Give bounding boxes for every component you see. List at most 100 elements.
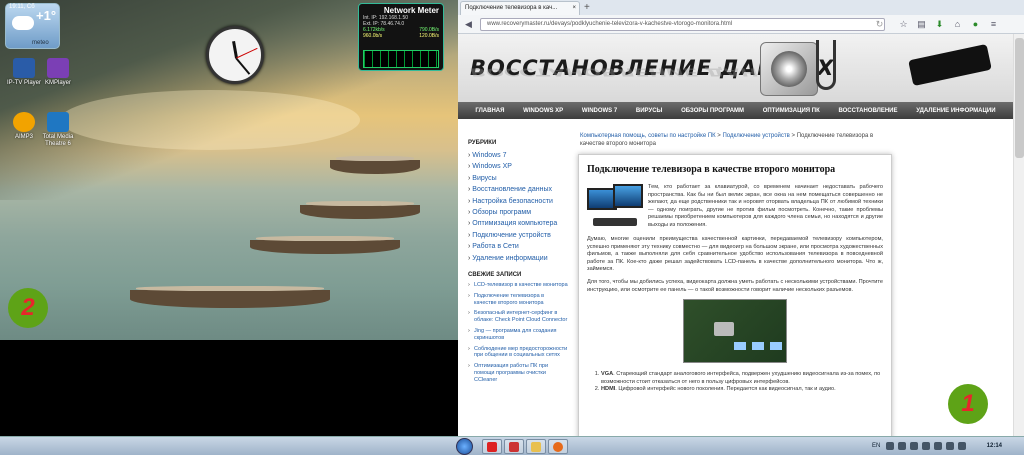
tab-title: Подключение телевизора в кач...	[465, 5, 558, 11]
recent-post-link[interactable]: Jing — программа для создания скриншотов	[468, 328, 568, 342]
sidebar-link[interactable]: Windows XP	[468, 161, 568, 172]
flag-icon[interactable]	[958, 442, 966, 450]
list-item-text: . Стареющий стандарт аналогового интерфе…	[601, 371, 881, 385]
vertical-scrollbar[interactable]	[1013, 34, 1024, 436]
tray-app-icon[interactable]	[910, 442, 918, 450]
sidebar-link[interactable]: Настройка безопасности	[468, 196, 568, 207]
article-title: Подключение телевизора в качестве второг…	[587, 164, 836, 175]
folder-icon	[531, 442, 541, 452]
tray-app-icon[interactable]	[922, 442, 930, 450]
breadcrumb-separator: >	[789, 133, 797, 139]
addon-icon[interactable]: ●	[970, 19, 981, 30]
monitor-icon	[13, 58, 35, 78]
rubrics-heading: РУБРИКИ	[468, 140, 497, 146]
system-tray: EN 12:14	[872, 437, 1024, 455]
sidebar-link[interactable]: Оптимизация компьютера	[468, 218, 568, 229]
wallpaper-boat	[330, 156, 420, 174]
clock-gadget[interactable]	[206, 26, 264, 84]
article-paragraph: Думаю, многие оценили преимущества качес…	[587, 236, 883, 273]
clock-second-hand	[236, 47, 258, 59]
sidebar-link[interactable]: Работа в Сети	[468, 241, 568, 252]
network-meter-gadget[interactable]: Network Meter Int. IP: 192.168.1.50 Ext.…	[358, 3, 444, 71]
recent-post-link[interactable]: LCD-телевизор в качестве монитора	[468, 282, 568, 289]
tray-app-icon[interactable]	[886, 442, 894, 450]
taskbar-app-mail[interactable]	[504, 439, 524, 454]
browser-tab[interactable]: Подключение телевизора в кач... ×	[460, 1, 580, 15]
recent-post-link[interactable]: Соблюдение мер предосторожности при обще…	[468, 346, 568, 360]
breadcrumb-home[interactable]: Компьютерная помощь, советы по настройке…	[580, 133, 716, 139]
weather-label: meteo	[32, 40, 49, 46]
sidebar-link[interactable]: Удаление информации	[468, 253, 568, 264]
menu-item-recovery[interactable]: ВОССТАНОВЛЕНИЕ	[838, 108, 897, 114]
scrollbar-thumb[interactable]	[1015, 38, 1024, 158]
star-icon[interactable]: ☆	[898, 19, 909, 30]
language-indicator[interactable]: EN	[872, 437, 880, 455]
list-item: VGA. Стареющий стандарт аналогового инте…	[601, 371, 883, 386]
network-icon[interactable]	[934, 442, 942, 450]
menu-item-optimization[interactable]: ОПТИМИЗАЦИЯ ПК	[763, 108, 820, 114]
bookmarks-icon[interactable]: ▤	[916, 19, 927, 30]
weather-gadget[interactable]: 19:11, Сб +1° meteo	[5, 3, 60, 49]
list-item: HDMI. Цифровой интерфейс нового поколени…	[601, 386, 883, 394]
menu-item-windows-xp[interactable]: WINDOWS XP	[523, 108, 563, 114]
breadcrumb-category[interactable]: Подключение устройств	[722, 133, 789, 139]
sidebar: РУБРИКИ Windows 7 Windows XP Вирусы Восс…	[468, 134, 568, 388]
start-button[interactable]	[456, 438, 473, 455]
web-page: ВОССТАНОВЛЕНИЕ ДАННЫХ ВОССТАНОВЛЕНИЕ ДАН…	[458, 34, 1013, 436]
site-menu: ГЛАВНАЯ WINDOWS XP WINDOWS 7 ВИРУСЫ ОБЗО…	[458, 102, 1013, 119]
wallpaper-boat	[250, 236, 400, 254]
taskbar-app-explorer[interactable]	[526, 439, 546, 454]
url-text: www.recoverymaster.ru/devays/podklyuchen…	[487, 21, 733, 27]
menu-item-home[interactable]: ГЛАВНАЯ	[475, 108, 504, 114]
menu-item-viruses[interactable]: ВИРУСЫ	[636, 108, 663, 114]
recent-post-link[interactable]: Безопасный интернет-серфинг в облаке: Ch…	[468, 310, 568, 324]
sidebar-link[interactable]: Восстановление данных	[468, 184, 568, 195]
sidebar-link[interactable]: Обзоры программ	[468, 207, 568, 218]
menu-item-reviews[interactable]: ОБЗОРЫ ПРОГРАММ	[681, 108, 744, 114]
new-tab-button[interactable]: +	[584, 2, 590, 13]
breadcrumb: Компьютерная помощь, советы по настройке…	[580, 132, 880, 148]
menu-item-windows-7[interactable]: WINDOWS 7	[582, 108, 617, 114]
weather-time: 19:11, Сб	[9, 4, 35, 10]
url-bar[interactable]: www.recoverymaster.ru/devays/podklyuchen…	[480, 18, 885, 31]
desktop-black-area	[0, 340, 458, 436]
recent-heading: СВЕЖИЕ ЗАПИСИ	[468, 272, 522, 279]
marker-badge-1: 1	[948, 384, 988, 424]
network-meter-up2: 120.0B/s	[419, 33, 439, 39]
weather-temperature: +1°	[36, 8, 57, 23]
connector-list: VGA. Стареющий стандарт аналогового инте…	[601, 371, 883, 394]
taskbar: EN 12:14	[0, 436, 1024, 455]
tab-close-icon[interactable]: ×	[572, 2, 576, 15]
theatre-icon	[47, 112, 69, 132]
opera-icon	[487, 442, 497, 452]
menu-icon[interactable]: ≡	[988, 19, 999, 30]
sidebar-link[interactable]: Windows 7	[468, 150, 568, 161]
download-icon[interactable]: ⬇	[934, 19, 945, 30]
desktop-icon-kmplayer[interactable]: KMPlayer	[34, 58, 82, 87]
back-icon[interactable]: ◀	[463, 19, 474, 30]
tray-app-icon[interactable]	[898, 442, 906, 450]
recent-post-link[interactable]: Оптимизация работы ПК при помощи програм…	[468, 363, 568, 383]
site-header: ВОССТАНОВЛЕНИЕ ДАННЫХ ВОССТАНОВЛЕНИЕ ДАН…	[458, 34, 1013, 102]
article-paragraph: Для того, чтобы мы добились успеха, виде…	[587, 278, 883, 293]
tray-icons	[886, 442, 976, 451]
article: Подключение телевизора в качестве второг…	[578, 154, 892, 436]
menu-item-deletion[interactable]: УДАЛЕНИЕ ИНФОРМАЦИИ	[916, 108, 995, 114]
video-card-image	[683, 299, 787, 364]
taskbar-app-opera[interactable]	[482, 439, 502, 454]
dual-monitor-image	[587, 184, 643, 234]
refresh-icon[interactable]: ↻	[874, 19, 885, 30]
recent-post-link[interactable]: Подключение телевизора в качестве второг…	[468, 293, 568, 307]
stethoscope-image	[816, 40, 836, 90]
sidebar-link[interactable]: Вирусы	[468, 173, 568, 184]
taskbar-clock[interactable]: 12:14	[987, 437, 1002, 455]
clock-minute-hand	[235, 57, 251, 75]
list-item-text: . Цифровой интерфейс нового поколения. П…	[615, 386, 836, 393]
sidebar-link[interactable]: Подключение устройств	[468, 230, 568, 241]
home-icon[interactable]: ⌂	[952, 19, 963, 30]
kmplayer-icon	[47, 58, 69, 78]
tab-bar: Подключение телевизора в кач... × +	[458, 0, 1024, 15]
desktop-icon-total-media-theatre[interactable]: Total Media Theatre 6	[34, 112, 82, 148]
taskbar-app-firefox[interactable]	[548, 439, 568, 454]
volume-icon[interactable]	[946, 442, 954, 450]
